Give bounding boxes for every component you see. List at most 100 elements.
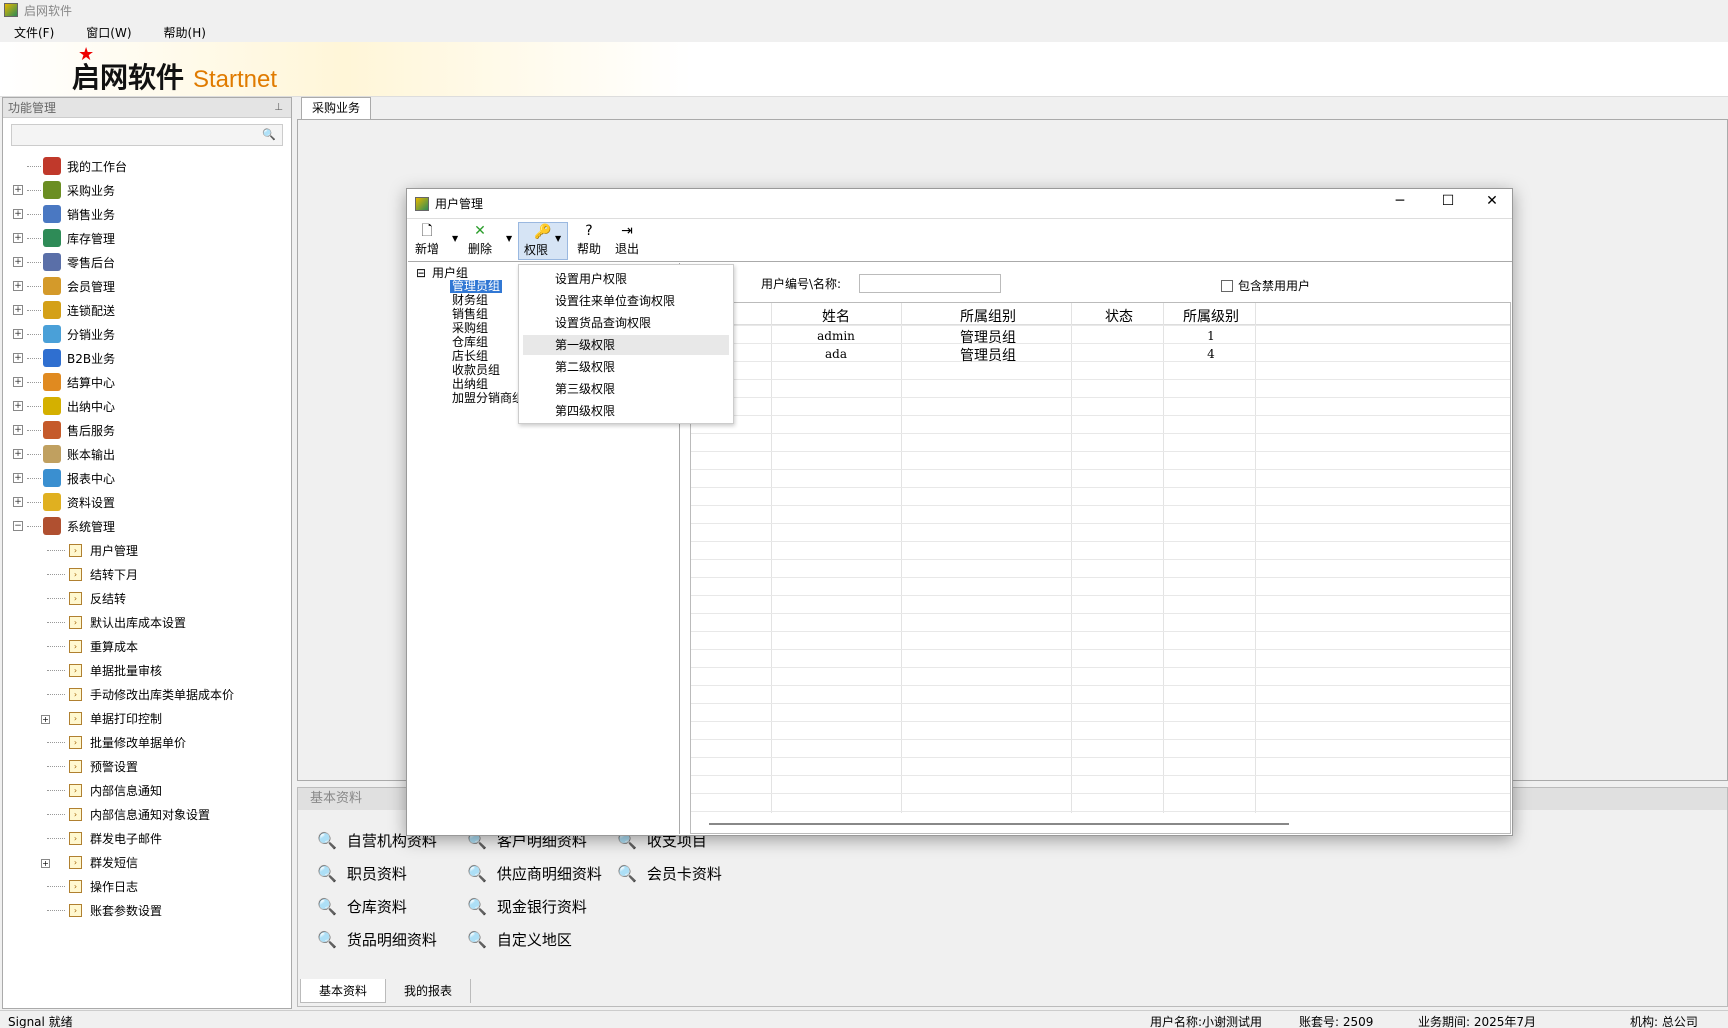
column-header-level[interactable]: 所属级别 <box>1167 306 1255 326</box>
menu-window[interactable]: 窗口(W) <box>84 24 133 41</box>
menu-help[interactable]: 帮助(H) <box>162 24 208 41</box>
group-item[interactable]: 采购组 <box>452 322 488 335</box>
menu-item-level1[interactable]: 第一级权限 <box>523 335 729 355</box>
menu-item-goods-permission[interactable]: 设置货品查询权限 <box>523 313 729 333</box>
sidebar-item[interactable]: + 零售后台 <box>13 250 288 274</box>
expander-icon[interactable]: + <box>13 233 23 243</box>
close-icon[interactable]: ✕ <box>1477 193 1507 209</box>
expander-icon[interactable]: + <box>13 377 23 387</box>
sidebar-subitem[interactable]: › 默认出库成本设置 <box>13 610 288 634</box>
checkbox-box[interactable] <box>1221 279 1233 292</box>
basic-data-link[interactable]: 🔍 仓库资料 <box>317 896 407 917</box>
expander-icon[interactable]: + <box>13 353 23 363</box>
group-item[interactable]: 店长组 <box>452 350 488 363</box>
horizontal-scrollbar[interactable] <box>709 823 1289 825</box>
menu-item-level4[interactable]: 第四级权限 <box>523 401 729 421</box>
expander-icon[interactable]: + <box>13 497 23 507</box>
sidebar-item[interactable]: + B2B业务 <box>13 346 288 370</box>
sidebar-item[interactable]: + 售后服务 <box>13 418 288 442</box>
expander-icon[interactable]: + <box>13 305 23 315</box>
group-item[interactable]: 仓库组 <box>452 336 488 349</box>
expander-icon[interactable]: + <box>13 473 23 483</box>
cell-name[interactable]: admin <box>771 329 901 343</box>
group-item[interactable]: 出纳组 <box>452 378 488 391</box>
sidebar-subitem[interactable]: › 内部信息通知对象设置 <box>13 802 288 826</box>
sidebar-subitem[interactable]: › 用户管理 <box>13 538 288 562</box>
tree-expander[interactable]: ⊟ <box>416 267 426 280</box>
cell-group[interactable]: 管理员组 <box>905 327 1071 347</box>
tab-basic-data[interactable]: 基本资料 <box>300 979 387 1003</box>
sidebar-item[interactable]: + 出纳中心 <box>13 394 288 418</box>
exit-button[interactable]: ⇥ 退出 <box>612 222 642 260</box>
sidebar-subitem[interactable]: › 单据批量审核 <box>13 658 288 682</box>
menu-item-level2[interactable]: 第二级权限 <box>523 357 729 377</box>
sidebar-subitem[interactable]: › 操作日志 <box>13 874 288 898</box>
basic-data-link[interactable]: 🔍 职员资料 <box>317 863 407 884</box>
expander-icon[interactable]: + <box>13 257 23 267</box>
basic-data-link[interactable]: 🔍 供应商明细资料 <box>467 863 602 884</box>
expander-icon[interactable]: − <box>13 521 23 531</box>
sidebar-item[interactable]: − 系统管理 <box>13 514 288 538</box>
permission-dropdown-icon[interactable]: ▼ <box>555 234 561 243</box>
cell-level[interactable]: 1 <box>1167 329 1255 343</box>
delete-button[interactable]: ✕ 删除 <box>464 222 496 260</box>
add-dropdown-icon[interactable]: ▼ <box>452 234 458 243</box>
column-header-name[interactable]: 姓名 <box>771 306 901 326</box>
add-button[interactable]: 🗋 新增 <box>412 222 442 260</box>
cell-level[interactable]: 4 <box>1167 347 1255 361</box>
sidebar-subitem[interactable]: › 结转下月 <box>13 562 288 586</box>
expander-icon[interactable]: + <box>13 281 23 291</box>
expander-icon[interactable]: + <box>13 329 23 339</box>
sidebar-item[interactable]: + 采购业务 <box>13 178 288 202</box>
sidebar-item[interactable]: + 资料设置 <box>13 490 288 514</box>
sidebar-search-input[interactable]: 🔍 <box>11 124 283 146</box>
cell-name[interactable]: ada <box>771 347 901 361</box>
expander-icon[interactable]: + <box>13 209 23 219</box>
permission-button[interactable]: 🔑 权限 ▼ <box>518 222 568 260</box>
sidebar-item[interactable]: + 库存管理 <box>13 226 288 250</box>
sidebar-subitem[interactable]: › 账套参数设置 <box>13 898 288 922</box>
sidebar-subitem[interactable]: + › 单据打印控制 <box>13 706 288 730</box>
user-filter-input[interactable] <box>859 274 1001 293</box>
basic-data-link[interactable]: 🔍 自定义地区 <box>467 929 572 950</box>
sidebar-item[interactable]: + 报表中心 <box>13 466 288 490</box>
maximize-icon[interactable]: ☐ <box>1433 193 1463 209</box>
sidebar-item[interactable]: + 账本输出 <box>13 442 288 466</box>
column-header-group[interactable]: 所属组别 <box>905 306 1071 326</box>
sidebar-item[interactable]: + 分销业务 <box>13 322 288 346</box>
menu-item-level3[interactable]: 第三级权限 <box>523 379 729 399</box>
sidebar-subitem[interactable]: › 群发电子邮件 <box>13 826 288 850</box>
pin-icon[interactable]: ⊥ <box>274 98 283 118</box>
tab-purchase[interactable]: 采购业务 <box>301 97 372 119</box>
expander-icon[interactable] <box>13 161 23 171</box>
basic-data-link[interactable]: 🔍 货品明细资料 <box>317 929 437 950</box>
sidebar-item[interactable]: + 销售业务 <box>13 202 288 226</box>
sidebar-item[interactable]: + 会员管理 <box>13 274 288 298</box>
expander-icon[interactable]: + <box>13 425 23 435</box>
sidebar-subitem[interactable]: › 手动修改出库类单据成本价 <box>13 682 288 706</box>
expander-icon[interactable]: + <box>13 401 23 411</box>
sidebar-subitem[interactable]: + › 群发短信 <box>13 850 288 874</box>
basic-data-link[interactable]: 🔍 会员卡资料 <box>617 863 722 884</box>
sidebar-item[interactable]: 我的工作台 <box>13 154 288 178</box>
expander-icon[interactable]: + <box>13 185 23 195</box>
group-item[interactable]: 管理员组 <box>450 280 503 293</box>
group-item[interactable]: 收款员组 <box>452 364 500 377</box>
search-icon[interactable]: 🔍 <box>262 128 276 141</box>
group-item[interactable]: 财务组 <box>452 294 488 307</box>
sidebar-subitem[interactable]: › 内部信息通知 <box>13 778 288 802</box>
sidebar-subitem[interactable]: › 批量修改单据单价 <box>13 730 288 754</box>
menu-item-partner-permission[interactable]: 设置往来单位查询权限 <box>523 291 729 311</box>
sidebar-subitem[interactable]: › 反结转 <box>13 586 288 610</box>
sidebar-item[interactable]: + 连锁配送 <box>13 298 288 322</box>
expander-icon[interactable]: + <box>13 449 23 459</box>
sidebar-subitem[interactable]: › 重算成本 <box>13 634 288 658</box>
minimize-icon[interactable]: ─ <box>1385 193 1415 209</box>
sidebar-subitem[interactable]: › 预警设置 <box>13 754 288 778</box>
group-item[interactable]: 销售组 <box>452 308 488 321</box>
basic-data-link[interactable]: 🔍 现金银行资料 <box>467 896 587 917</box>
column-header-status[interactable]: 状态 <box>1075 306 1163 326</box>
tab-my-reports[interactable]: 我的报表 <box>386 979 472 1003</box>
group-item[interactable]: 加盟分销商组 <box>452 392 524 405</box>
include-disabled-checkbox[interactable]: 包含禁用用户 <box>1221 277 1310 294</box>
